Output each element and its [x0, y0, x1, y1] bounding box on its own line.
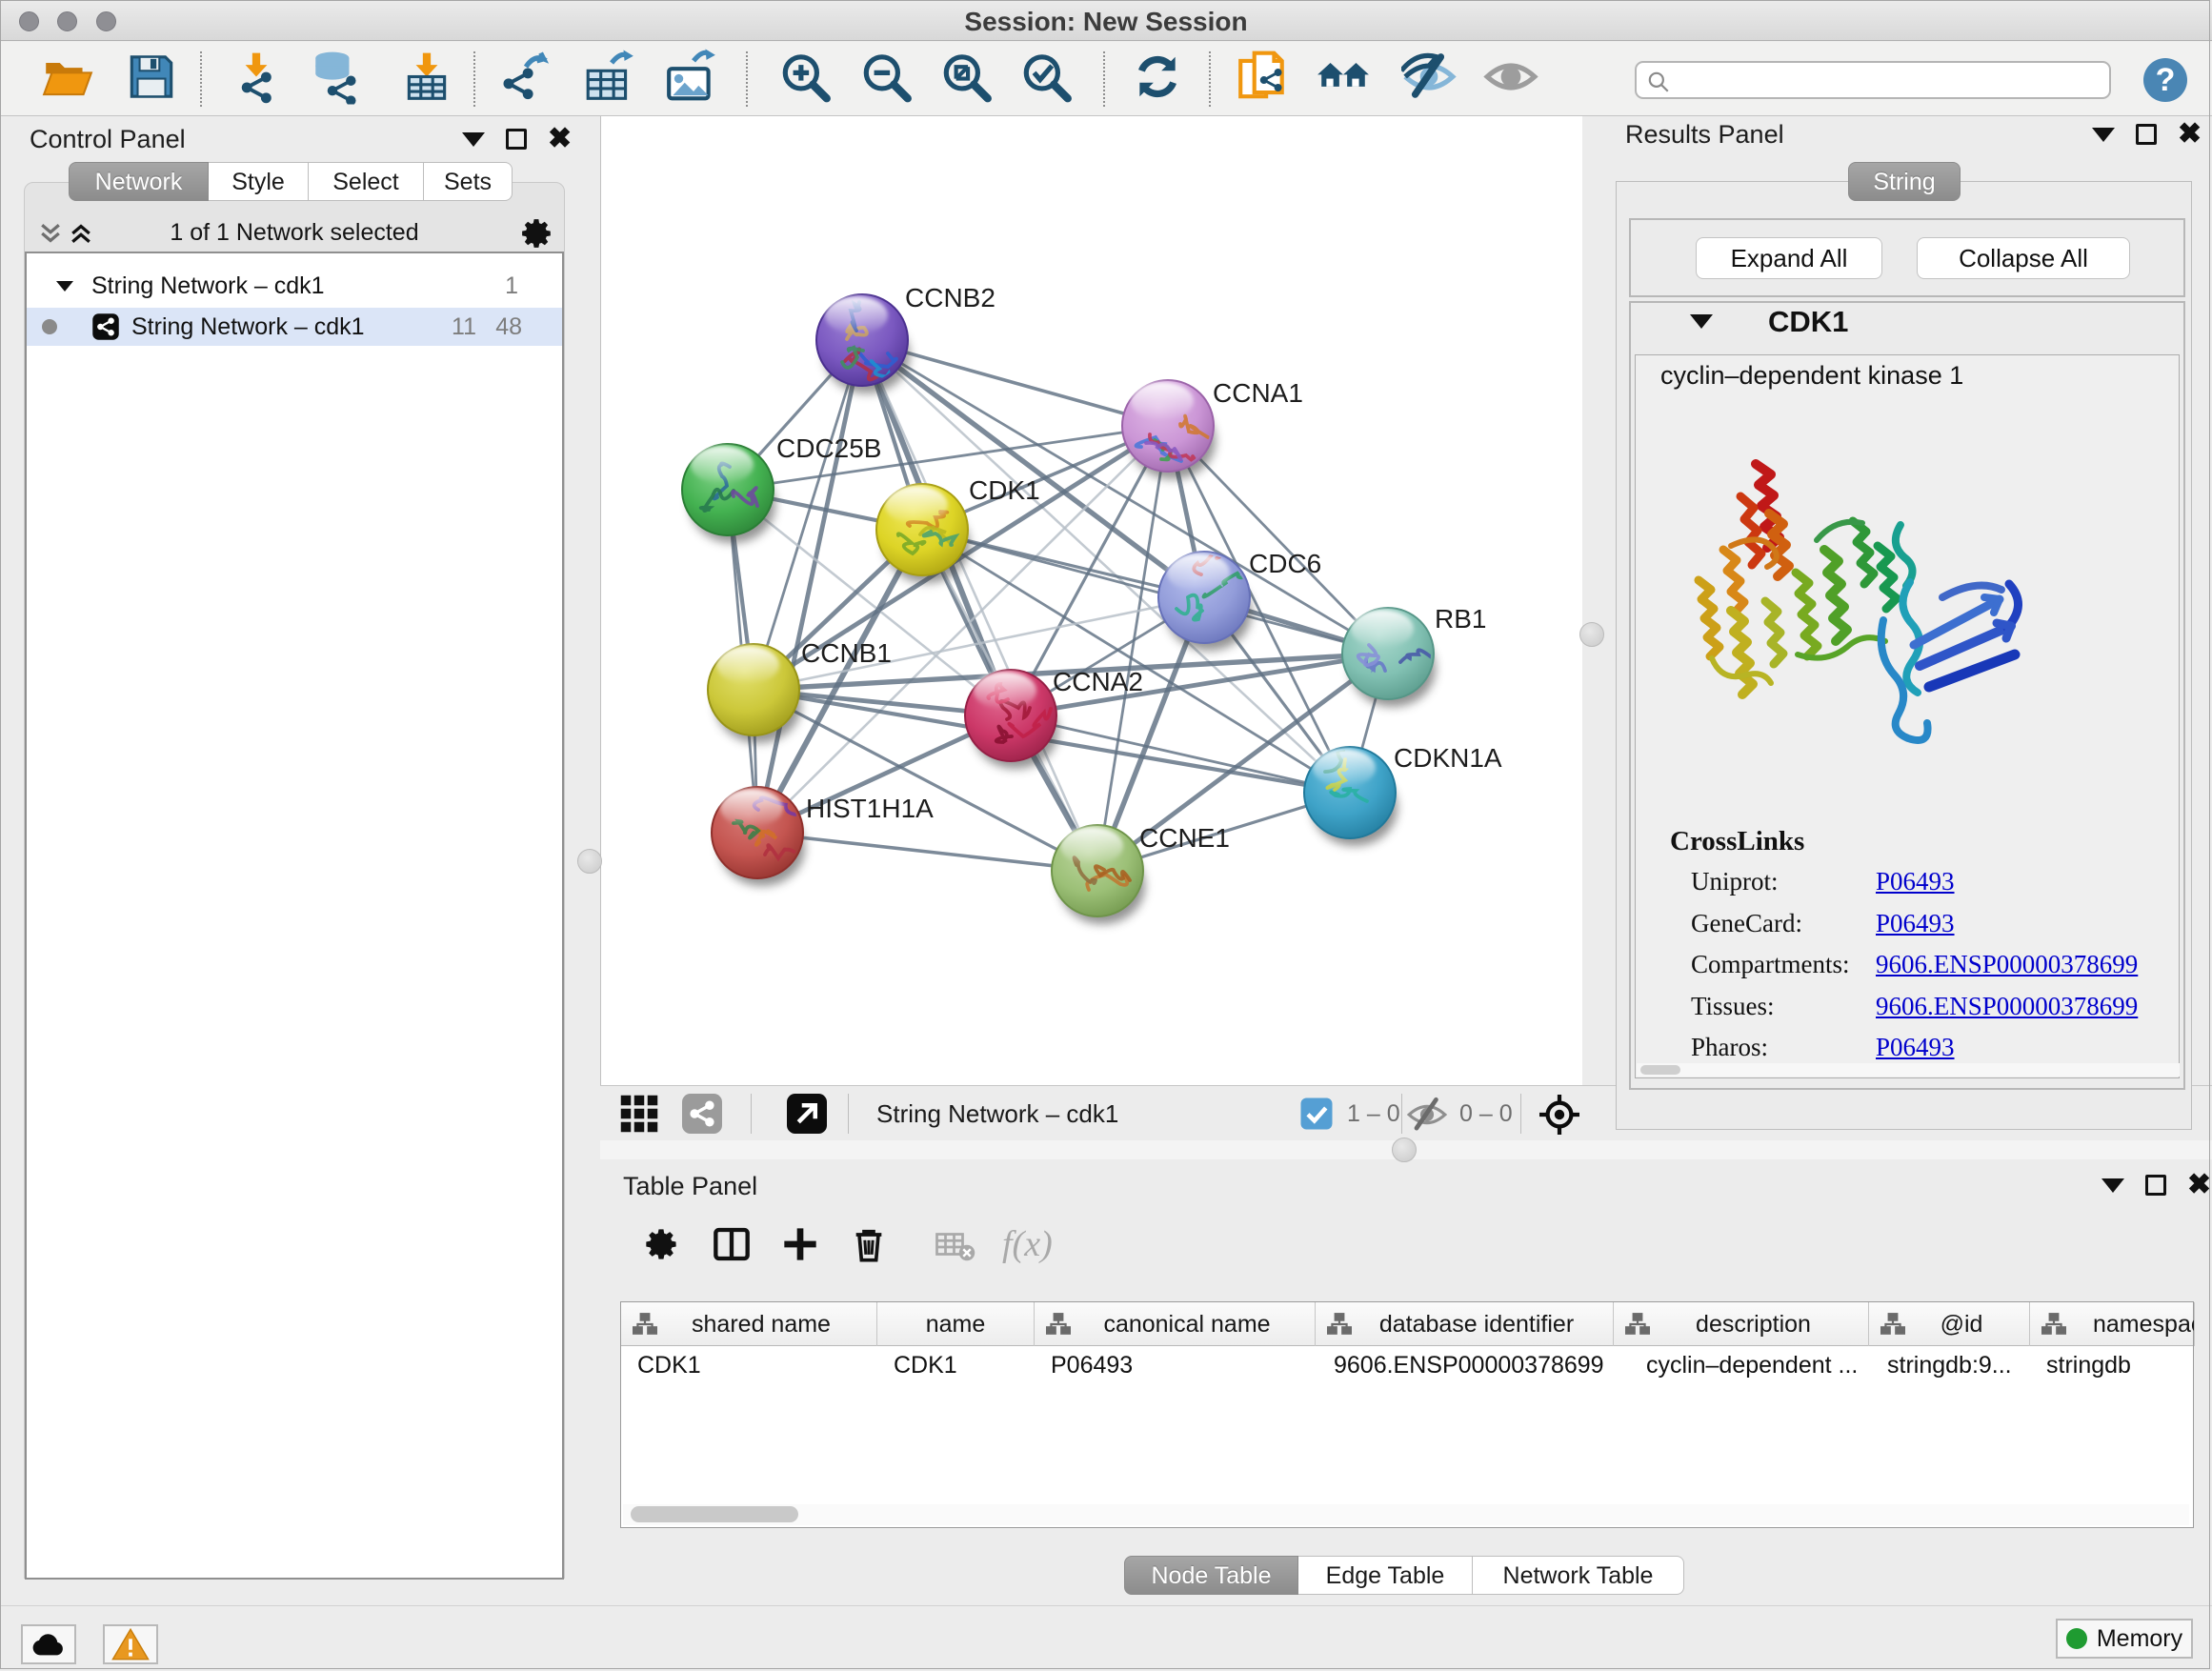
svg-text:CDC25B: CDC25B	[776, 433, 881, 463]
svg-text:CCNB2: CCNB2	[905, 283, 995, 312]
svg-text:HIST1H1A: HIST1H1A	[806, 794, 934, 823]
svg-text:CCNA1: CCNA1	[1213, 378, 1303, 408]
svg-text:CCNB1: CCNB1	[801, 638, 892, 668]
svg-text:CDK1: CDK1	[969, 475, 1040, 505]
svg-text:CDC6: CDC6	[1249, 549, 1321, 578]
svg-text:CCNA2: CCNA2	[1053, 667, 1143, 696]
svg-text:CCNE1: CCNE1	[1139, 823, 1230, 853]
svg-text:RB1: RB1	[1435, 604, 1486, 634]
svg-text:CDKN1A: CDKN1A	[1394, 743, 1502, 773]
